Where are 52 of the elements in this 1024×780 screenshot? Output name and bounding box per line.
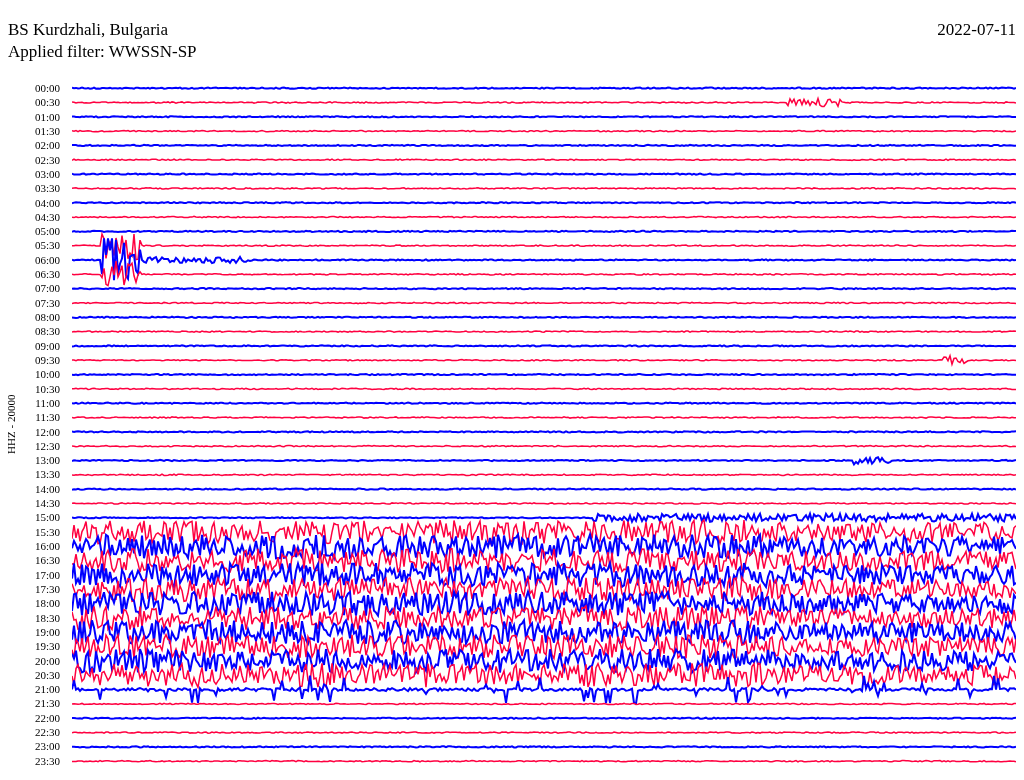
time-label: 05:30 (34, 238, 60, 253)
time-label: 03:30 (34, 181, 60, 196)
time-label: 17:00 (34, 567, 60, 582)
time-label: 04:00 (34, 195, 60, 210)
time-label: 06:00 (34, 252, 60, 268)
time-label: 19:00 (34, 624, 60, 640)
time-label: 13:00 (34, 453, 60, 468)
date-label: 2022-07-11 (937, 19, 1016, 41)
time-label: 11:00 (35, 395, 60, 411)
time-label: 16:30 (34, 553, 60, 568)
filter-label: Applied filter: WWSSN-SP (8, 42, 197, 61)
time-label: 07:30 (34, 295, 60, 310)
time-label: 02:00 (34, 138, 60, 153)
time-label: 01:30 (34, 123, 60, 139)
time-label: 09:00 (34, 338, 60, 353)
time-label: 18:30 (34, 610, 60, 625)
time-label: 06:30 (34, 267, 60, 282)
time-label: 00:30 (34, 95, 60, 110)
time-label: 12:00 (34, 424, 60, 439)
time-label: 17:30 (34, 581, 60, 597)
time-label: 14:30 (34, 496, 60, 511)
time-label: 08:30 (34, 324, 60, 339)
time-label: 18:00 (34, 596, 60, 611)
time-label: 20:00 (34, 653, 60, 668)
time-label: 22:30 (34, 725, 60, 740)
time-label: 08:00 (34, 310, 60, 325)
time-label: 19:30 (34, 639, 60, 654)
time-label: 21:30 (34, 696, 60, 711)
time-label: 23:00 (34, 739, 60, 754)
time-label: 20:30 (34, 667, 60, 683)
time-label: 10:00 (34, 367, 60, 382)
time-label: 14:00 (34, 481, 60, 497)
axis-label: HHZ - 20000 (4, 395, 19, 455)
time-label: 15:30 (34, 524, 60, 539)
station-title: BS Kurdzhali, Bulgaria (8, 19, 169, 41)
time-label: 16:00 (34, 539, 60, 554)
time-label: 07:00 (34, 281, 60, 296)
time-label: 03:00 (34, 166, 60, 182)
time-label: 04:30 (34, 209, 60, 225)
time-label: 15:00 (34, 510, 60, 525)
time-label: 13:30 (34, 467, 60, 482)
time-label: 09:30 (34, 352, 60, 368)
time-label: 05:00 (34, 224, 60, 239)
time-label: 01:00 (34, 109, 60, 124)
time-label: 22:00 (34, 710, 60, 726)
time-label: 02:30 (34, 152, 60, 167)
time-label: 00:00 (34, 81, 60, 96)
time-label: 11:30 (35, 410, 60, 425)
time-label: 10:30 (34, 381, 60, 396)
time-label: 23:30 (34, 753, 60, 768)
time-label: 21:00 (34, 682, 60, 697)
time-label: 12:30 (34, 438, 60, 454)
